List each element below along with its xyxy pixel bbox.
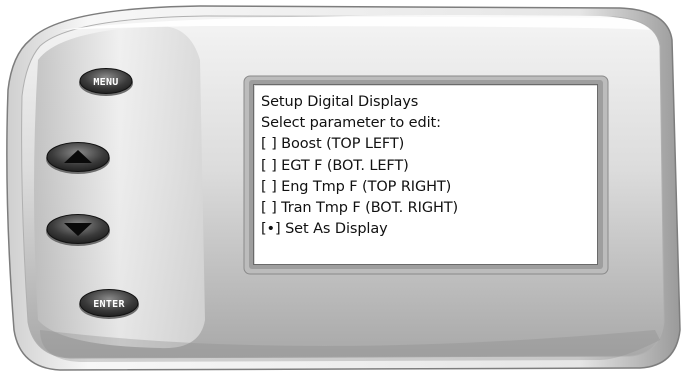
screen-title: Setup Digital Displays: [261, 94, 419, 110]
option-boost[interactable]: [ ] Boost (TOP LEFT): [261, 134, 597, 155]
menu-button[interactable]: MENU: [77, 66, 135, 98]
option-set-as-display[interactable]: [•] Set As Display: [261, 219, 597, 240]
down-button[interactable]: [44, 212, 112, 248]
enter-button[interactable]: ENTER: [77, 287, 141, 321]
option-tran-tmp[interactable]: [ ] Tran Tmp F (BOT. RIGHT): [261, 198, 597, 219]
up-button[interactable]: [44, 140, 112, 176]
lcd-screen: Setup Digital Displays Select parameter …: [253, 84, 598, 265]
screen-prompt: Select parameter to edit:: [261, 115, 441, 132]
option-eng-tmp[interactable]: [ ] Eng Tmp F (TOP RIGHT): [261, 177, 597, 198]
option-egt[interactable]: [ ] EGT F (BOT. LEFT): [261, 156, 597, 177]
